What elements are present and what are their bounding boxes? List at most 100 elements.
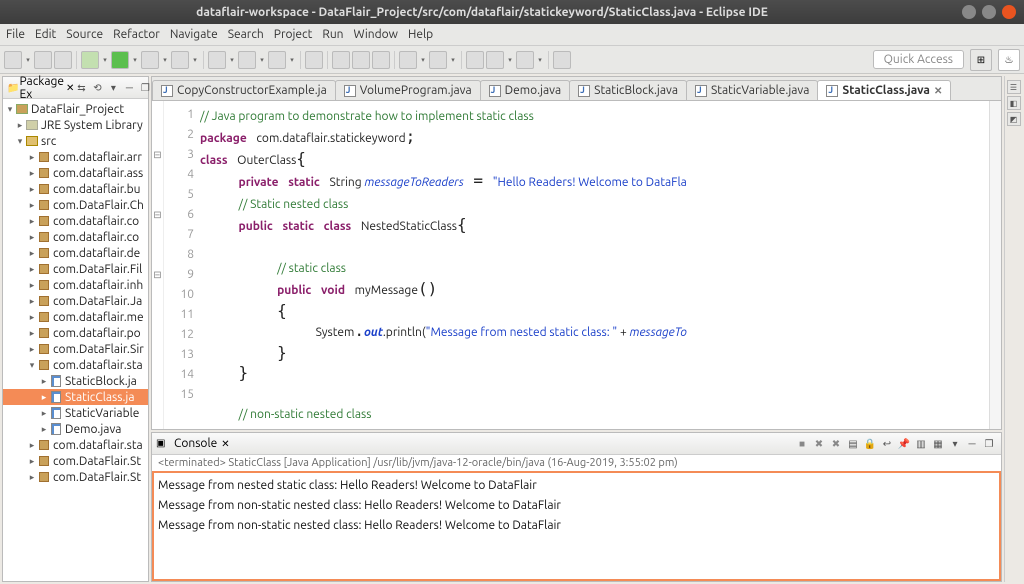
previous-annotation-icon[interactable] [399,51,417,69]
minimize-view-icon[interactable]: ─ [964,436,980,452]
external-tools-icon[interactable] [171,51,189,69]
new-class-icon[interactable] [238,51,256,69]
task-list-icon[interactable]: ☰ [1007,80,1021,94]
dropdown-icon[interactable]: ▾ [536,51,544,69]
package-node[interactable]: ▸com.DataFlair.St [3,469,148,485]
next-annotation-icon[interactable] [429,51,447,69]
display-console-icon[interactable]: ▥ [913,436,929,452]
debug-icon[interactable] [81,51,99,69]
package-node-open[interactable]: ▾com.dataflair.sta [3,357,148,373]
package-node[interactable]: ▸com.DataFlair.Sir [3,341,148,357]
outline-icon[interactable]: ◧ [1007,96,1021,110]
toggle-block-icon[interactable] [352,51,370,69]
src-node[interactable]: ▾src [3,133,148,149]
quick-access-input[interactable]: Quick Access [873,50,964,69]
maximize-view-icon[interactable]: ❐ [981,436,997,452]
package-node[interactable]: ▸com.dataflair.inh [3,277,148,293]
maximize-icon[interactable] [982,5,996,19]
dropdown-icon[interactable]: ▾ [419,51,427,69]
package-node[interactable]: ▸com.dataflair.po [3,325,148,341]
dropdown-icon[interactable]: ▾ [228,51,236,69]
editor-tab[interactable]: StaticBlock.java [569,80,687,100]
close-icon[interactable] [1002,5,1016,19]
editor-tab[interactable]: VolumeProgram.java [335,80,481,100]
run-icon[interactable] [111,51,129,69]
word-wrap-icon[interactable]: ↩ [879,436,895,452]
remove-all-icon[interactable]: ✖ [828,436,844,452]
menu-source[interactable]: Source [66,28,103,41]
menu-navigate[interactable]: Navigate [170,28,218,41]
dropdown-icon[interactable]: ▾ [131,51,139,69]
dropdown-icon[interactable]: ▾ [449,51,457,69]
package-node[interactable]: ▸com.DataFlair.Ja [3,293,148,309]
coverage-icon[interactable] [141,51,159,69]
close-tab-icon[interactable]: ✕ [934,85,942,97]
save-icon[interactable] [34,51,52,69]
package-node[interactable]: ▸com.DataFlair.Fil [3,261,148,277]
package-node[interactable]: ▸com.dataflair.bu [3,181,148,197]
search-icon[interactable] [305,51,323,69]
dropdown-icon[interactable]: ▾ [506,51,514,69]
last-edit-icon[interactable] [466,51,484,69]
java-perspective-icon[interactable]: ♨ [998,49,1020,71]
menu-project[interactable]: Project [274,28,313,41]
clear-console-icon[interactable]: ▤ [845,436,861,452]
new-package-icon[interactable] [208,51,226,69]
menu-help[interactable]: Help [408,28,433,41]
package-node[interactable]: ▸com.dataflair.sta [3,437,148,453]
project-node[interactable]: ▾DataFlair_Project [3,101,148,117]
code-editor[interactable]: ⊟⊟⊟ 123456789101112131415 // Java progra… [151,100,1002,430]
java-file-node[interactable]: ▸Demo.java [3,421,148,437]
dropdown-icon[interactable]: ▾ [24,51,32,69]
open-perspective-icon[interactable]: ⊞ [970,49,992,71]
package-node[interactable]: ▸com.dataflair.de [3,245,148,261]
save-all-icon[interactable] [54,51,72,69]
package-node[interactable]: ▸com.DataFlair.Ch [3,197,148,213]
package-node[interactable]: ▸com.dataflair.co [3,229,148,245]
menu-refactor[interactable]: Refactor [113,28,160,41]
pin-console-icon[interactable]: 📌 [896,436,912,452]
dropdown-icon[interactable]: ▾ [288,51,296,69]
overview-ruler[interactable] [989,101,1001,429]
menu-edit[interactable]: Edit [35,28,56,41]
dropdown-icon[interactable]: ▾ [191,51,199,69]
java-file-node-selected[interactable]: ▸StaticClass.ja [3,389,148,405]
package-node[interactable]: ▸com.dataflair.arr [3,149,148,165]
collapse-all-icon[interactable]: ⇆ [74,81,88,95]
console-output[interactable]: Message from nested static class: Hello … [152,471,1001,581]
minimize-view-icon[interactable]: ─ [122,81,136,95]
menu-window[interactable]: Window [354,28,398,41]
markers-icon[interactable]: ◩ [1007,112,1021,126]
toggle-mark-icon[interactable] [332,51,350,69]
package-tree[interactable]: ▾DataFlair_Project ▸JRE System Library ▾… [3,99,148,581]
new-icon[interactable] [4,51,22,69]
view-menu-icon[interactable]: ▾ [106,81,120,95]
open-type-icon[interactable] [268,51,286,69]
java-file-node[interactable]: ▸StaticBlock.ja [3,373,148,389]
dropdown-icon[interactable]: ▾ [101,51,109,69]
java-file-node[interactable]: ▸StaticVariable [3,405,148,421]
dropdown-icon[interactable]: ▾ [258,51,266,69]
code-content[interactable]: // Java program to demonstrate how to im… [200,101,989,429]
package-node[interactable]: ▸com.dataflair.me [3,309,148,325]
editor-tab-active[interactable]: StaticClass.java✕ [817,80,951,100]
view-close-icon[interactable]: ✕ [221,438,229,450]
pin-editor-icon[interactable] [553,51,571,69]
package-node[interactable]: ▸com.dataflair.co [3,213,148,229]
open-console-icon[interactable]: ▦ [930,436,946,452]
minimize-icon[interactable] [962,5,976,19]
editor-tab[interactable]: CopyConstructorExample.ja [152,80,336,100]
scroll-lock-icon[interactable]: 🔒 [862,436,878,452]
dropdown-icon[interactable]: ▾ [161,51,169,69]
forward-icon[interactable] [516,51,534,69]
back-icon[interactable] [486,51,504,69]
editor-tab[interactable]: Demo.java [480,80,570,100]
package-node[interactable]: ▸com.DataFlair.St [3,453,148,469]
terminate-relaunch-icon[interactable]: ■ [794,436,810,452]
menu-search[interactable]: Search [228,28,264,41]
folding-ruler[interactable]: ⊟⊟⊟ [152,101,164,429]
jre-node[interactable]: ▸JRE System Library [3,117,148,133]
console-menu-icon[interactable]: ▾ [947,436,963,452]
remove-launch-icon[interactable]: ✖ [811,436,827,452]
editor-tab[interactable]: StaticVariable.java [686,80,818,100]
